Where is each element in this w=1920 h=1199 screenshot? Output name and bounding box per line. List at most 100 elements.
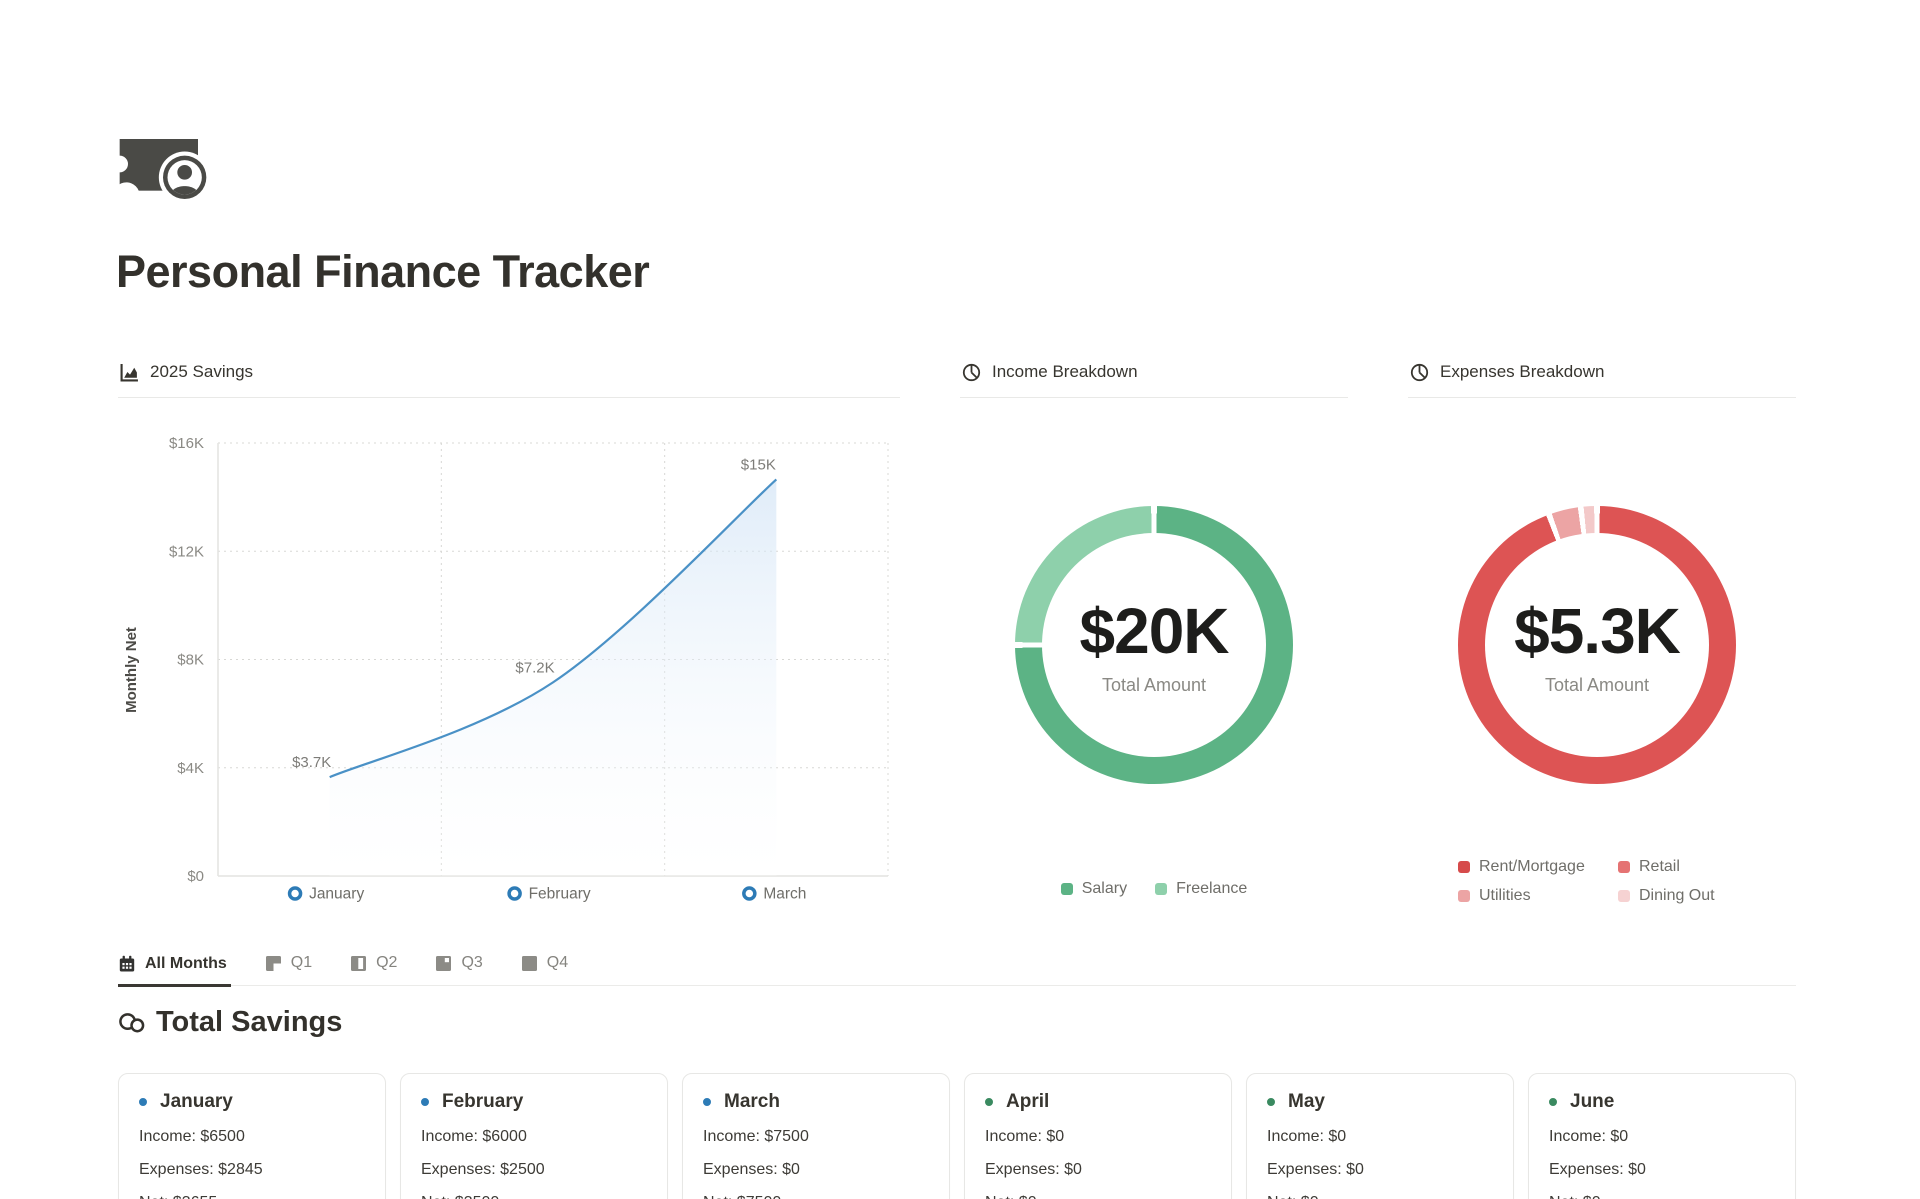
rent-mortgage-swatch [1458,861,1470,873]
point-label: $7.2K [515,659,554,676]
expenses-total-value: $5.3K [1514,594,1680,668]
card-expenses: Expenses: $0 [1549,1161,1775,1179]
salary-swatch [1061,883,1073,895]
pie-chart-icon [962,363,981,382]
savings-panel-title: 2025 Savings [150,362,253,382]
y-axis-title: Monthly Net [123,627,140,713]
card-month-name: March [724,1091,780,1113]
y-tick-label: $4K [177,760,204,777]
card-net: Net: $3655 [139,1194,365,1199]
utilities-swatch [1458,890,1470,902]
card-january[interactable]: January Income: $6500 Expenses: $2845 Ne… [118,1073,386,1199]
dining-out-label: Dining Out [1639,887,1715,905]
expenses-legend: Rent/Mortgage Retail Utilities Dining Ou… [1458,858,1715,905]
y-tick-label: $0 [187,868,204,885]
card-expenses: Expenses: $2500 [421,1161,647,1179]
income-panel-title: Income Breakdown [992,362,1138,382]
area-chart-icon [120,363,139,382]
x-axis-marker [744,888,755,899]
income-legend: Salary Freelance [960,880,1348,898]
tab-q1[interactable]: Q1 [265,950,316,985]
quarter-4-icon [521,955,538,972]
tab-label: Q1 [291,954,312,972]
total-savings-title: Total Savings [156,1006,342,1039]
month-marker [985,1098,993,1106]
quarter-2-icon [350,955,367,972]
income-total-caption: Total Amount [1102,675,1206,696]
month-marker [1267,1098,1275,1106]
income-donut-center: $20K Total Amount [1042,533,1266,757]
card-net: Net: $0 [1549,1194,1775,1199]
calendar-icon [118,955,136,973]
total-savings-heading: Total Savings [118,1006,342,1039]
page: Personal Finance Tracker 2025 Savings $0… [0,0,1920,1199]
savings-panel-header: 2025 Savings [118,352,900,398]
salary-label: Salary [1082,880,1127,898]
tab-label: Q3 [461,954,482,972]
freelance-label: Freelance [1176,880,1247,898]
card-month-name: January [160,1091,233,1113]
income-donut-chart: $20K Total Amount [1015,506,1293,784]
card-income: Income: $0 [985,1128,1211,1146]
legend-item-retail[interactable]: Retail [1618,858,1715,876]
expenses-panel: Expenses Breakdown $5.3K Total Amount Re… [1408,352,1796,952]
retail-swatch [1618,861,1630,873]
rent-mortgage-label: Rent/Mortgage [1479,858,1585,876]
card-june[interactable]: June Income: $0 Expenses: $0 Net: $0 [1528,1073,1796,1199]
point-label: $3.7K [292,754,331,771]
area-fill [330,479,777,876]
y-tick-label: $16K [169,435,204,452]
tab-q4[interactable]: Q4 [521,950,572,985]
coins-icon [118,1011,145,1035]
tab-all-months[interactable]: All Months [118,950,231,987]
card-april[interactable]: April Income: $0 Expenses: $0 Net: $0 [964,1073,1232,1199]
x-axis-label: January [309,886,364,903]
x-axis-marker [509,888,520,899]
card-net: Net: $3500 [421,1194,647,1199]
card-expenses: Expenses: $2845 [139,1161,365,1179]
income-total-value: $20K [1080,594,1229,668]
legend-item-freelance[interactable]: Freelance [1155,880,1247,898]
tab-q3[interactable]: Q3 [435,950,486,985]
dining-out-swatch [1618,890,1630,902]
card-net: Net: $7500 [703,1194,929,1199]
period-tabs: All Months Q1 Q2 Q3 [118,950,1796,986]
retail-label: Retail [1639,858,1680,876]
x-axis-marker [290,888,301,899]
legend-item-dining-out[interactable]: Dining Out [1618,887,1715,905]
legend-item-rent-mortgage[interactable]: Rent/Mortgage [1458,858,1618,876]
month-marker [421,1098,429,1106]
y-tick-label: $12K [169,543,204,560]
card-net: Net: $0 [1267,1194,1493,1199]
quarter-1-icon [265,955,282,972]
tab-q2[interactable]: Q2 [350,950,401,985]
card-may[interactable]: May Income: $0 Expenses: $0 Net: $0 [1246,1073,1514,1199]
point-label: $15K [741,456,776,473]
expenses-donut-center: $5.3K Total Amount [1485,533,1709,757]
money-page-icon[interactable] [118,134,218,204]
card-month-name: June [1570,1091,1614,1113]
card-income: Income: $7500 [703,1128,929,1146]
expenses-panel-title: Expenses Breakdown [1440,362,1604,382]
card-expenses: Expenses: $0 [985,1161,1211,1179]
legend-item-utilities[interactable]: Utilities [1458,887,1618,905]
month-marker [139,1098,147,1106]
income-panel: Income Breakdown $20K Total Amount Salar… [960,352,1348,952]
legend-item-salary[interactable]: Salary [1061,880,1127,898]
expenses-panel-header: Expenses Breakdown [1408,352,1796,398]
card-income: Income: $6500 [139,1128,365,1146]
card-expenses: Expenses: $0 [1267,1161,1493,1179]
card-income: Income: $0 [1549,1128,1775,1146]
savings-line-chart: $0$4K$8K$12K$16K$3.7K$7.2K$15KJanuaryFeb… [118,420,900,920]
card-month-name: April [1006,1091,1049,1113]
page-title: Personal Finance Tracker [116,246,649,298]
y-tick-label: $8K [177,652,204,669]
card-february[interactable]: February Income: $6000 Expenses: $2500 N… [400,1073,668,1199]
card-month-name: February [442,1091,523,1113]
income-panel-header: Income Breakdown [960,352,1348,398]
savings-panel: 2025 Savings $0$4K$8K$12K$16K$3.7K$7.2K$… [118,352,900,398]
x-axis-label: March [763,886,806,903]
card-month-name: May [1288,1091,1325,1113]
card-march[interactable]: March Income: $7500 Expenses: $0 Net: $7… [682,1073,950,1199]
tab-label: All Months [145,955,227,973]
